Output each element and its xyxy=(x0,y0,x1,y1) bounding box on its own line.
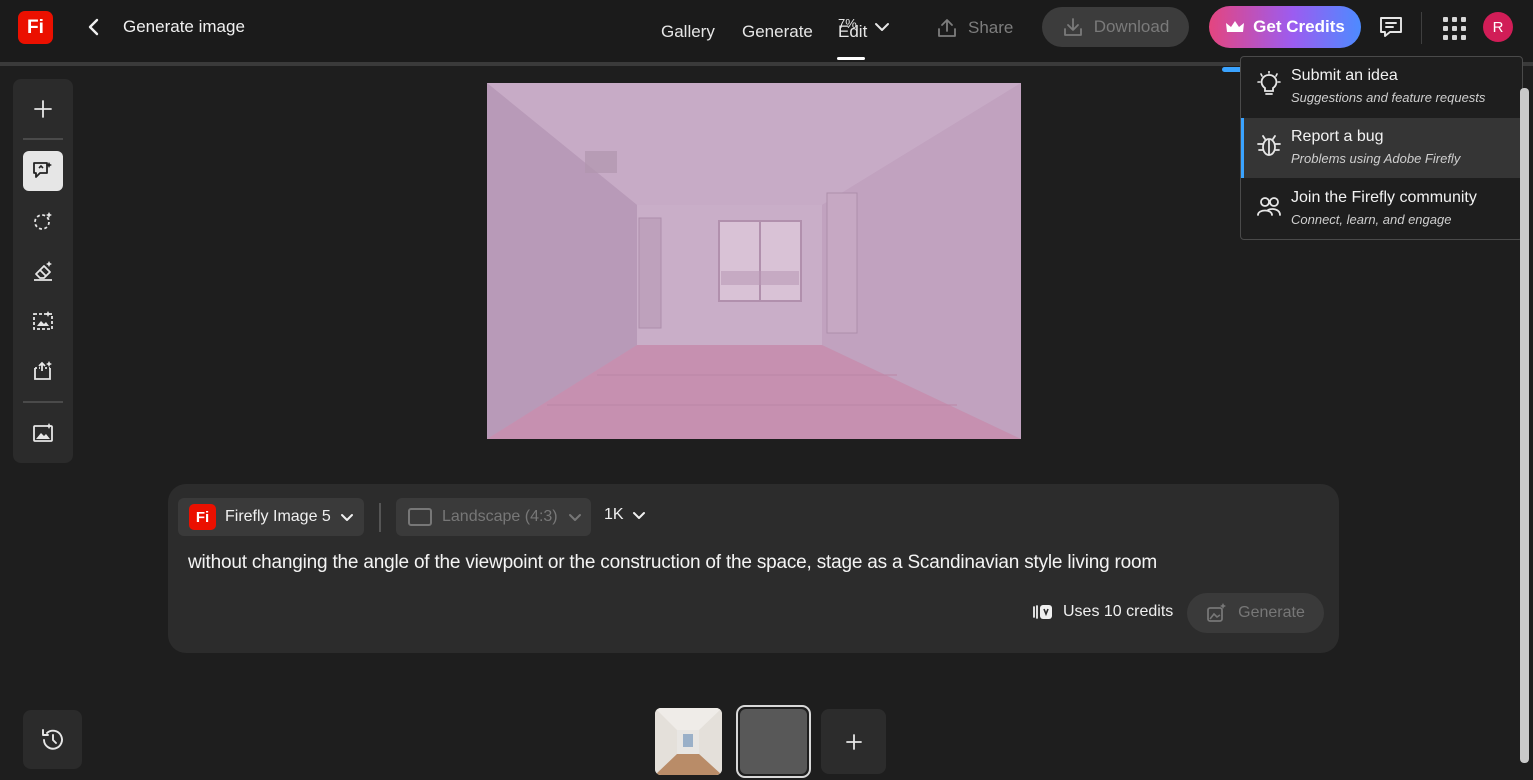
header-divider xyxy=(1421,12,1422,44)
thumbnail-selected[interactable] xyxy=(736,705,811,778)
panel-divider xyxy=(379,503,381,532)
menu-item-report-bug[interactable]: Report a bug Problems using Adobe Firefl… xyxy=(1241,118,1522,178)
people-icon xyxy=(1257,197,1281,216)
crown-icon xyxy=(1226,21,1245,32)
chevron-down-icon xyxy=(632,512,645,519)
generate-button[interactable]: Generate xyxy=(1187,593,1324,633)
credits-info: Uses 10 credits xyxy=(1032,603,1173,621)
chevron-down-icon[interactable] xyxy=(873,18,891,36)
prompt-input[interactable]: without changing the angle of the viewpo… xyxy=(188,552,1157,574)
get-credits-button[interactable]: Get Credits xyxy=(1209,6,1361,48)
resolution-select[interactable]: 1K xyxy=(604,506,646,524)
select-icon xyxy=(34,212,52,230)
share-button[interactable]: Share xyxy=(936,14,1013,42)
image-icon xyxy=(33,423,53,442)
expand-tool-button[interactable] xyxy=(23,301,63,341)
landscape-icon xyxy=(408,508,432,526)
aspect-ratio-select[interactable]: Landscape (4:3) xyxy=(396,498,591,536)
top-bar: Fi Generate image Gallery Generate Edit … xyxy=(0,0,1533,62)
toolbar-divider xyxy=(23,401,63,403)
model-select[interactable]: Fi Firefly Image 5 xyxy=(178,498,364,536)
left-toolbar xyxy=(13,79,73,463)
chevron-left-icon xyxy=(88,18,99,36)
share-icon xyxy=(938,19,956,37)
erase-icon xyxy=(34,261,52,281)
back-button[interactable] xyxy=(82,14,106,40)
scrollbar[interactable] xyxy=(1520,88,1529,763)
history-icon xyxy=(41,728,63,750)
thumbnail-original[interactable] xyxy=(655,708,722,775)
credits-label: Uses 10 credits xyxy=(1063,603,1174,620)
prompt-edit-tool-button[interactable] xyxy=(23,151,63,191)
chevron-down-icon xyxy=(340,514,353,521)
canvas-image[interactable] xyxy=(487,83,1021,439)
erase-tool-button[interactable] xyxy=(23,251,63,291)
bug-icon xyxy=(1257,135,1281,156)
firefly-model-logo: Fi xyxy=(189,504,216,530)
feedback-menu: Submit an idea Suggestions and feature r… xyxy=(1240,56,1523,240)
generate-label: Generate xyxy=(1238,604,1305,621)
menu-item-subtitle: Suggestions and feature requests xyxy=(1291,90,1486,105)
download-label: Download xyxy=(1093,17,1170,36)
tab-gallery[interactable]: Gallery xyxy=(661,22,715,42)
get-credits-label: Get Credits xyxy=(1253,17,1345,36)
download-button[interactable]: Download xyxy=(1042,7,1189,47)
history-button[interactable] xyxy=(23,710,82,769)
generate-icon xyxy=(1207,603,1227,622)
toolbar-divider xyxy=(23,138,63,140)
prompt-panel: Fi Firefly Image 5 Landscape (4:3) 1K wi… xyxy=(168,484,1339,653)
expand-image-icon xyxy=(33,311,53,330)
crop-tool-button[interactable] xyxy=(23,351,63,391)
menu-item-subtitle: Connect, learn, and engage xyxy=(1291,212,1452,227)
resolution-label: 1K xyxy=(604,506,624,523)
tab-generate[interactable]: Generate xyxy=(742,22,813,42)
chevron-down-icon xyxy=(568,514,581,521)
menu-item-title: Submit an idea xyxy=(1291,67,1398,84)
avatar[interactable]: R xyxy=(1483,12,1513,42)
menu-item-subtitle: Problems using Adobe Firefly xyxy=(1291,151,1461,166)
menu-item-submit-idea[interactable]: Submit an idea Suggestions and feature r… xyxy=(1241,57,1522,117)
zoom-level: 7% xyxy=(838,16,857,31)
credits-icon xyxy=(1033,605,1052,619)
aspect-ratio-label: Landscape (4:3) xyxy=(442,508,558,525)
apps-grid-icon[interactable] xyxy=(1441,15,1466,40)
firefly-logo[interactable]: Fi xyxy=(18,11,53,44)
chat-icon xyxy=(1380,17,1402,37)
feedback-button[interactable] xyxy=(1377,13,1405,41)
room-photo xyxy=(487,83,1021,439)
thumbnail-placeholder xyxy=(740,709,807,774)
lightbulb-icon xyxy=(1257,71,1281,95)
select-tool-button[interactable] xyxy=(23,201,63,241)
download-icon xyxy=(1063,18,1082,36)
menu-item-join-community[interactable]: Join the Firefly community Connect, lear… xyxy=(1241,179,1522,239)
share-label: Share xyxy=(968,18,1014,37)
menu-item-title: Report a bug xyxy=(1291,128,1384,145)
menu-item-title: Join the Firefly community xyxy=(1291,189,1477,206)
add-tool-button[interactable] xyxy=(23,89,63,129)
plus-icon xyxy=(845,733,862,750)
active-tab-indicator xyxy=(837,57,865,60)
model-label: Firefly Image 5 xyxy=(225,508,331,525)
prompt-edit-icon xyxy=(33,162,52,178)
plus-icon xyxy=(34,100,52,118)
crop-icon xyxy=(34,361,52,380)
image-tool-button[interactable] xyxy=(23,413,63,453)
add-image-button[interactable] xyxy=(821,709,886,774)
page-title: Generate image xyxy=(123,17,245,36)
thumbnail-room-image xyxy=(655,708,722,775)
